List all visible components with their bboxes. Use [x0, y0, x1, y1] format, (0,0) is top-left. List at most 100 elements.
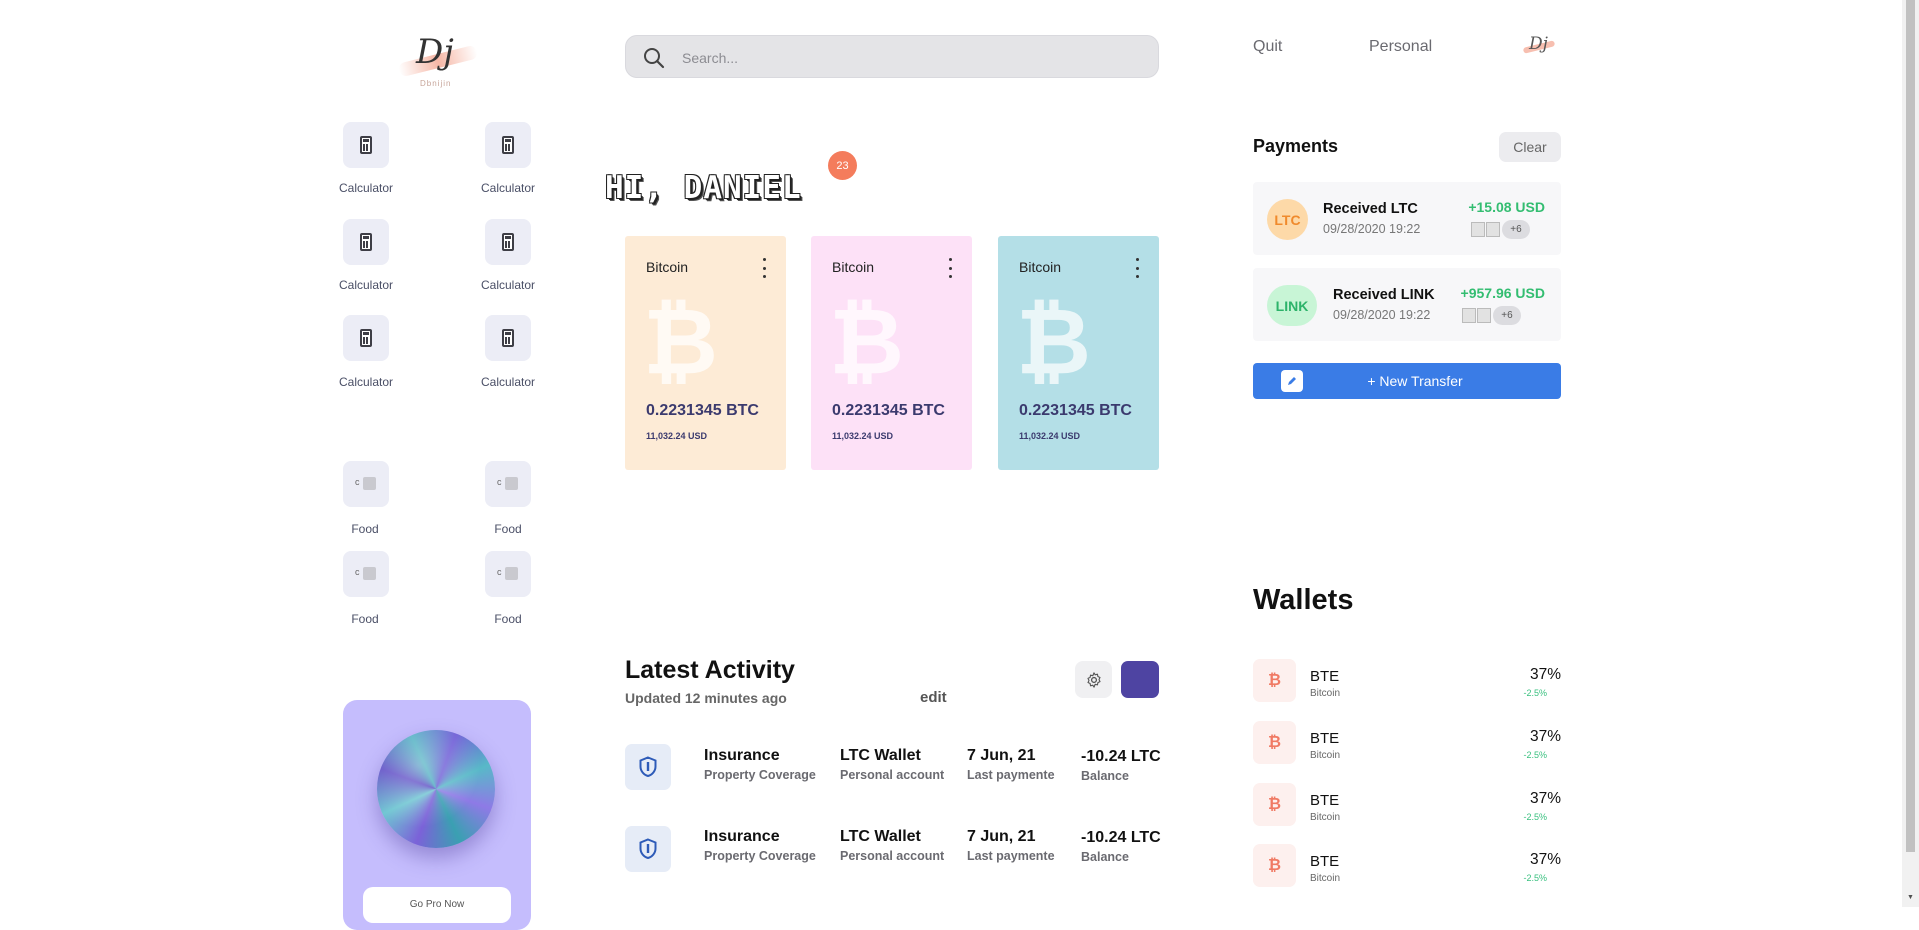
- wallet-change: -2.5%: [1523, 750, 1547, 760]
- calculator-icon: [502, 329, 514, 347]
- notification-badge[interactable]: 23: [828, 151, 857, 180]
- app-food-2[interactable]: c: [485, 461, 531, 507]
- app-label: Calculator: [338, 181, 394, 195]
- brand-logo[interactable]: Dj Dbnijin: [392, 32, 484, 90]
- logo-subtext: Dbnijin: [420, 79, 452, 88]
- more-participants-badge[interactable]: +6: [1493, 305, 1521, 325]
- coin-name: Bitcoin: [646, 259, 689, 275]
- coin-usd-value: 11,032.24 USD: [832, 431, 894, 441]
- promo-button[interactable]: Go Pro Now: [363, 887, 511, 923]
- app-calculator-5[interactable]: [343, 315, 389, 361]
- activity-date-sub: Last paymente: [967, 849, 1055, 863]
- more-options-icon[interactable]: [946, 258, 954, 278]
- payment-item[interactable]: LINK Received LINK 09/28/2020 19:22 +957…: [1253, 268, 1561, 341]
- activity-wallet-sub: Personal account: [840, 768, 945, 782]
- payment-date: 09/28/2020 19:22: [1323, 222, 1421, 236]
- activity-action-button[interactable]: [1121, 661, 1159, 698]
- search-icon: [644, 48, 665, 69]
- coin-name: Bitcoin: [1019, 259, 1062, 275]
- payment-item[interactable]: LTC Received LTC 09/28/2020 19:22 +15.08…: [1253, 182, 1561, 255]
- wallet-change: -2.5%: [1523, 688, 1547, 698]
- activity-updated: Updated 12 minutes ago: [625, 690, 787, 706]
- bitcoin-icon: ₿: [1253, 844, 1296, 887]
- more-options-icon[interactable]: [1133, 258, 1141, 278]
- participant-avatar: [1462, 307, 1476, 323]
- app-food-3[interactable]: c: [343, 551, 389, 597]
- activity-edit-link[interactable]: edit: [920, 689, 947, 706]
- wallet-item[interactable]: ₿ BTE Bitcoin 37% -2.5%: [1253, 721, 1561, 767]
- scrollbar-thumb[interactable]: [1906, 0, 1915, 852]
- more-participants-badge[interactable]: +6: [1502, 219, 1530, 239]
- more-options-icon[interactable]: [760, 258, 768, 278]
- calculator-icon: [502, 233, 514, 251]
- participant-avatar: [1471, 221, 1485, 237]
- food-icon: c: [497, 567, 519, 581]
- ltc-coin-icon: LTC: [1267, 199, 1308, 240]
- coin-card[interactable]: Bitcoin ₿ 0.2231345 BTC 11,032.24 USD: [998, 236, 1159, 470]
- app-calculator-1[interactable]: [343, 122, 389, 168]
- app-calculator-3[interactable]: [343, 219, 389, 265]
- app-label: Food: [351, 612, 379, 626]
- link-coin-icon: LINK: [1267, 285, 1317, 326]
- greeting-title: HI, DANIEL: [605, 170, 802, 206]
- participant-avatar: [1477, 307, 1491, 323]
- activity-wallet-cell: LTC Wallet: [840, 747, 921, 764]
- app-label: Food: [351, 522, 379, 536]
- quit-link[interactable]: Quit: [1253, 38, 1282, 56]
- app-calculator-4[interactable]: [485, 219, 531, 265]
- participants: +6: [1471, 219, 1530, 239]
- new-transfer-button[interactable]: + New Transfer: [1253, 363, 1561, 399]
- coin-card[interactable]: Bitcoin ₿ 0.2231345 BTC 11,032.24 USD: [811, 236, 972, 470]
- calculator-icon: [360, 136, 372, 154]
- app-label: Calculator: [338, 278, 394, 292]
- wallet-item[interactable]: ₿ BTE Bitcoin 37% -2.5%: [1253, 844, 1561, 890]
- activity-row[interactable]: Insurance Property Coverage LTC Wallet P…: [625, 744, 1165, 798]
- scroll-down-arrow-icon[interactable]: ▼: [1906, 892, 1915, 902]
- activity-date-cell: 7 Jun, 21: [967, 747, 1036, 764]
- app-label: Calculator: [480, 375, 536, 389]
- app-food-4[interactable]: c: [485, 551, 531, 597]
- app-label: Calculator: [480, 181, 536, 195]
- settings-button[interactable]: [1075, 661, 1112, 698]
- activity-date-sub: Last paymente: [967, 768, 1055, 782]
- wallet-percent: 37%: [1529, 851, 1561, 868]
- wallet-item[interactable]: ₿ BTE Bitcoin 37% -2.5%: [1253, 783, 1561, 829]
- activity-subtitle-cell: Property Coverage: [704, 768, 816, 782]
- activity-amount-cell: -10.24 LTC: [1081, 829, 1161, 846]
- activity-row[interactable]: Insurance Property Coverage LTC Wallet P…: [625, 826, 1165, 880]
- clear-button[interactable]: Clear: [1499, 132, 1561, 162]
- activity-wallet-sub: Personal account: [840, 849, 945, 863]
- search-bar[interactable]: [625, 35, 1159, 79]
- profile-avatar[interactable]: Dj: [1521, 34, 1557, 60]
- payment-amount: +15.08 USD: [1468, 199, 1545, 215]
- wallet-name: Bitcoin: [1310, 812, 1341, 823]
- wallet-percent: 37%: [1529, 666, 1561, 683]
- search-input[interactable]: [680, 36, 1144, 79]
- coin-card[interactable]: Bitcoin ₿ 0.2231345 BTC 11,032.24 USD: [625, 236, 786, 470]
- app-food-1[interactable]: c: [343, 461, 389, 507]
- coin-usd-value: 11,032.24 USD: [646, 431, 708, 441]
- wallet-percent: 37%: [1529, 790, 1561, 807]
- wallet-name: Bitcoin: [1310, 873, 1341, 884]
- food-icon: c: [355, 567, 377, 581]
- activity-subtitle-cell: Property Coverage: [704, 849, 816, 863]
- personal-link[interactable]: Personal: [1369, 38, 1432, 56]
- promo-card: Go Pro Now: [343, 700, 531, 930]
- bitcoin-icon: ₿: [1016, 288, 1091, 395]
- wallet-item[interactable]: ₿ BTE Bitcoin 37% -2.5%: [1253, 659, 1561, 705]
- bitcoin-icon: ₿: [643, 288, 718, 395]
- coin-usd-value: 11,032.24 USD: [1019, 431, 1081, 441]
- shield-icon: [625, 744, 671, 790]
- app-calculator-6[interactable]: [485, 315, 531, 361]
- wallet-code: BTE: [1310, 792, 1340, 809]
- calculator-icon: [360, 233, 372, 251]
- new-transfer-label: + New Transfer: [1367, 373, 1463, 389]
- payment-title: Received LINK: [1333, 287, 1435, 303]
- participant-avatar: [1486, 221, 1500, 237]
- app-calculator-2[interactable]: [485, 122, 531, 168]
- food-icon: c: [355, 477, 377, 491]
- wallets-title: Wallets: [1253, 584, 1354, 616]
- wallet-change: -2.5%: [1523, 812, 1547, 822]
- coin-name: Bitcoin: [832, 259, 875, 275]
- wallet-change: -2.5%: [1523, 873, 1547, 883]
